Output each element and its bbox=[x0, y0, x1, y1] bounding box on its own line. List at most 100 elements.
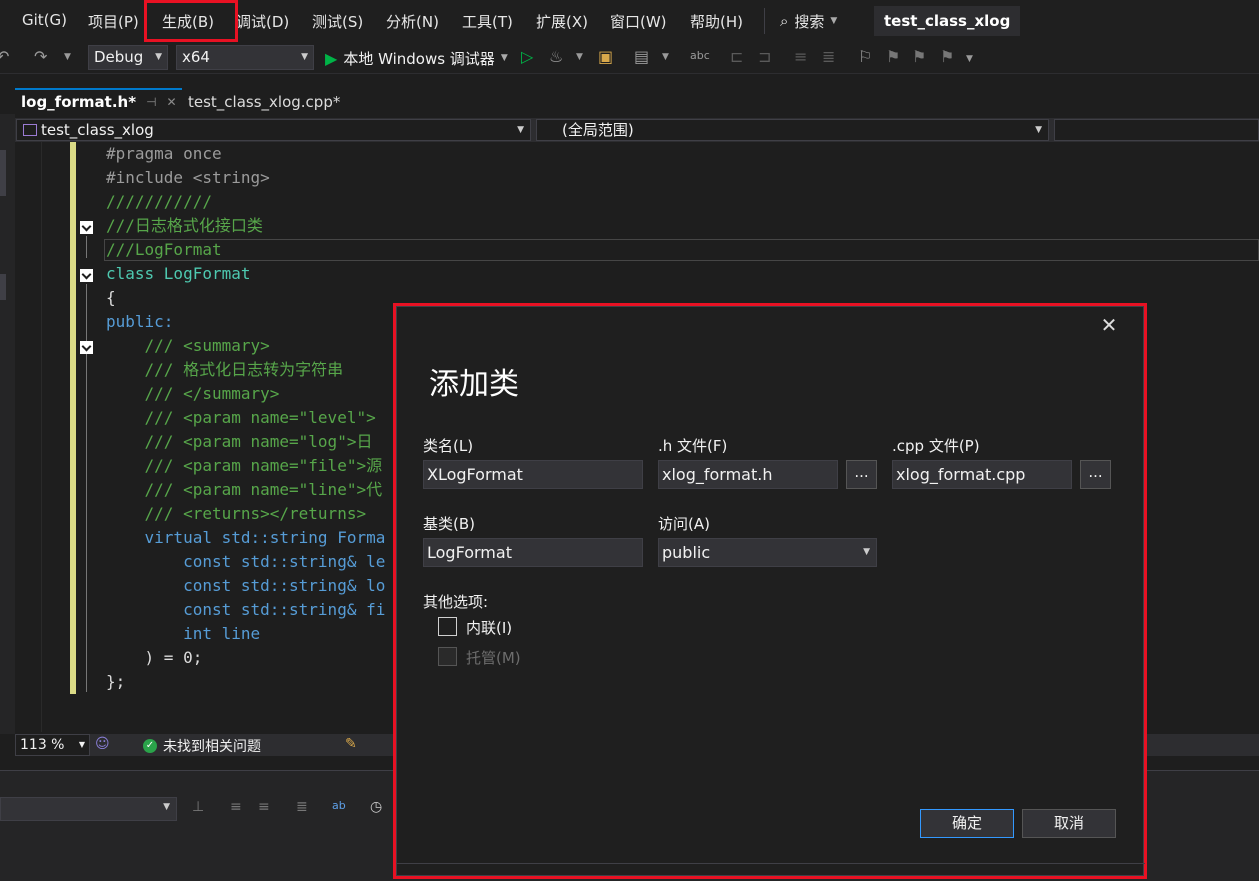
menu-help[interactable]: 帮助(H) bbox=[690, 11, 743, 32]
line-gutter bbox=[15, 142, 42, 732]
output-source-select[interactable]: ▼ bbox=[0, 797, 177, 821]
menu-analyze[interactable]: 分析(N) bbox=[386, 11, 439, 32]
code-line: const std::string& le bbox=[106, 550, 385, 574]
chevron-down-icon: ▼ bbox=[863, 547, 870, 557]
code-line: const std::string& lo bbox=[106, 574, 385, 598]
strip-marker bbox=[0, 274, 6, 300]
redo-icon[interactable]: ↷ bbox=[34, 47, 47, 66]
access-select[interactable]: public ▼ bbox=[658, 538, 877, 567]
chevron-down-icon: ▼ bbox=[155, 52, 162, 62]
bookmark-clear-icon[interactable]: ⚑ bbox=[940, 47, 954, 66]
clock-icon[interactable]: ◷ bbox=[370, 799, 382, 815]
hot-reload-icon[interactable]: ♨ bbox=[549, 47, 563, 66]
bookmark-prev-icon[interactable]: ⊏ bbox=[730, 47, 743, 66]
find-icon[interactable]: ⊥ bbox=[192, 799, 204, 815]
issues-indicator[interactable]: ✓ 未找到相关问题 bbox=[143, 736, 261, 756]
cancel-button[interactable]: 取消 bbox=[1022, 809, 1116, 838]
zoom-select[interactable]: 113 % ▼ bbox=[15, 734, 90, 756]
fold-toggle-icon[interactable] bbox=[80, 269, 93, 282]
tab-test-class-xlog-cpp[interactable]: test_class_xlog.cpp* bbox=[182, 90, 340, 114]
code-line: /// </summary> bbox=[106, 382, 280, 406]
code-text: public: bbox=[106, 312, 174, 331]
run-without-debug-icon[interactable]: ▷ bbox=[521, 47, 533, 66]
chevron-down-icon[interactable]: ▼ bbox=[662, 52, 669, 62]
h-file-browse-button[interactable]: ... bbox=[846, 460, 877, 489]
h-file-input[interactable] bbox=[658, 460, 838, 489]
class-name-input[interactable] bbox=[423, 460, 643, 489]
chevron-down-icon: ▼ bbox=[163, 802, 170, 812]
folder-icon[interactable]: ▣ bbox=[598, 47, 613, 66]
code-line: #pragma once bbox=[106, 142, 222, 166]
inline-checkbox[interactable] bbox=[438, 617, 457, 636]
toolbar: ↶ ↷ ▼ Debug ▼ x64 ▼ ▶ 本地 Windows 调试器 ▼ ▷… bbox=[0, 42, 1259, 74]
chevron-down-icon: ▼ bbox=[1035, 125, 1042, 135]
bookmark-next2-icon[interactable]: ⚑ bbox=[912, 47, 926, 66]
code-text: /// 格式化日志转为字符串 bbox=[106, 360, 344, 379]
code-line: /////////// bbox=[106, 190, 212, 214]
close-icon[interactable]: ✕ bbox=[1097, 313, 1121, 337]
uncomment-icon[interactable]: ≣ bbox=[822, 47, 835, 66]
issues-text: 未找到相关问题 bbox=[163, 739, 261, 755]
current-line-highlight bbox=[104, 239, 1259, 261]
window-icon[interactable]: ▤ bbox=[634, 47, 649, 66]
bookmark-next-icon[interactable]: ⊐ bbox=[758, 47, 771, 66]
copilot-icon[interactable]: ☺ bbox=[95, 736, 110, 752]
code-text: int line bbox=[106, 624, 261, 643]
cpp-file-browse-button[interactable]: ... bbox=[1080, 460, 1111, 489]
fold-toggle-icon[interactable] bbox=[80, 341, 93, 354]
code-line: /// <returns></returns> bbox=[106, 502, 367, 526]
chevron-down-icon: ▼ bbox=[78, 740, 85, 749]
platform-select[interactable]: x64 ▼ bbox=[176, 45, 314, 70]
managed-checkbox bbox=[438, 647, 457, 666]
code-text: ///日志格式化接口类 bbox=[106, 216, 263, 235]
code-text: #include <string> bbox=[106, 168, 270, 187]
access-label: 访问(A) bbox=[658, 515, 710, 533]
code-line: ///LogFormat bbox=[106, 238, 222, 262]
menu-git[interactable]: Git(G) bbox=[22, 11, 67, 29]
check-icon: ✓ bbox=[143, 739, 157, 753]
pin-icon[interactable]: ⊣ bbox=[146, 95, 156, 109]
cpp-file-input[interactable] bbox=[892, 460, 1072, 489]
fold-toggle-icon[interactable] bbox=[80, 221, 93, 234]
code-text: class LogFormat bbox=[106, 264, 251, 283]
word-wrap-icon[interactable]: ab bbox=[332, 799, 346, 812]
start-debugging-button[interactable]: ▶ 本地 Windows 调试器 ▼ bbox=[325, 46, 508, 70]
chevron-down-icon[interactable]: ▼ bbox=[576, 52, 583, 62]
project-dropdown[interactable]: test_class_xlog ▼ bbox=[16, 119, 531, 141]
document-tabs: log_format.h* ⊣ ✕ test_class_xlog.cpp* bbox=[0, 88, 1259, 114]
chevron-down-icon[interactable]: ▼ bbox=[64, 52, 71, 62]
h-file-label: .h 文件(F) bbox=[658, 437, 728, 455]
chevron-down-icon[interactable]: ▼ bbox=[966, 54, 973, 64]
undo-icon[interactable]: ↶ bbox=[0, 47, 9, 66]
code-line: ) = 0; bbox=[106, 646, 203, 670]
menu-bar: Git(G) 项目(P) 生成(B) 调试(D) 测试(S) 分析(N) 工具(… bbox=[0, 0, 1259, 42]
search-icon: ⌕ bbox=[780, 12, 789, 30]
prev-message-icon[interactable]: ≡ bbox=[230, 799, 242, 815]
ok-button[interactable]: 确定 bbox=[920, 809, 1014, 838]
add-class-dialog: ✕ 添加类 类名(L) .h 文件(F) ... .cpp 文件(P) ... … bbox=[396, 306, 1145, 876]
menu-project[interactable]: 项目(P) bbox=[88, 11, 139, 32]
cleanup-icon[interactable]: ✎ bbox=[345, 736, 357, 752]
menu-debug[interactable]: 调试(D) bbox=[236, 11, 289, 32]
tab-log-format-h[interactable]: log_format.h* ⊣ ✕ bbox=[15, 88, 182, 114]
inline-label: 内联(I) bbox=[466, 619, 513, 637]
bookmark-icon[interactable]: ⚐ bbox=[858, 47, 872, 66]
menu-extensions[interactable]: 扩展(X) bbox=[536, 11, 588, 32]
menu-tools[interactable]: 工具(T) bbox=[462, 11, 513, 32]
next-message-icon[interactable]: ≡ bbox=[258, 799, 270, 815]
tab-label: log_format.h* bbox=[21, 93, 137, 111]
spellcheck-icon[interactable]: abc bbox=[690, 49, 710, 62]
change-tracking-bar bbox=[70, 142, 76, 694]
base-class-input[interactable] bbox=[423, 538, 643, 567]
menu-window[interactable]: 窗口(W) bbox=[610, 11, 667, 32]
menu-test[interactable]: 测试(S) bbox=[312, 11, 363, 32]
bookmark-prev2-icon[interactable]: ⚑ bbox=[886, 47, 900, 66]
search-button[interactable]: ⌕ 搜索 ▼ bbox=[780, 8, 837, 34]
member-dropdown[interactable] bbox=[1054, 119, 1259, 141]
config-select[interactable]: Debug ▼ bbox=[88, 45, 168, 70]
clear-all-icon[interactable]: ≣ bbox=[296, 799, 308, 815]
close-icon[interactable]: ✕ bbox=[167, 95, 177, 109]
code-line: /// <summary> bbox=[106, 334, 270, 358]
comment-icon[interactable]: ≡ bbox=[794, 47, 807, 66]
scope-dropdown[interactable]: (全局范围) ▼ bbox=[536, 119, 1049, 141]
